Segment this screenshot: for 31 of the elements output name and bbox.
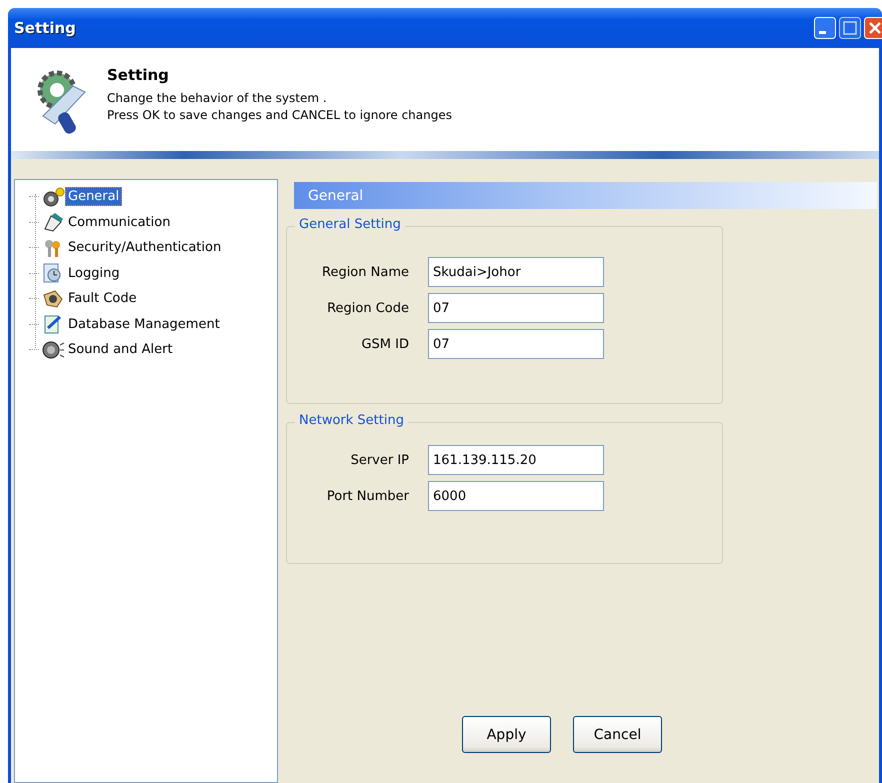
input-field[interactable]: 6000: [428, 481, 604, 511]
tree-item[interactable]: Database Management: [65, 314, 223, 334]
tree-item[interactable]: Logging: [65, 264, 123, 283]
header-title: Setting: [107, 66, 170, 84]
minimize-icon[interactable]: [814, 17, 836, 39]
tree-item[interactable]: Sound and Alert: [65, 340, 176, 360]
maximize-icon[interactable]: [839, 17, 861, 39]
header-description: Press OK to save changes and CANCEL to ignore changes: [107, 107, 452, 124]
input-field[interactable]: 07: [428, 293, 604, 323]
field-label: Region Code: [326, 300, 409, 316]
tree-item[interactable]: Security/Authentication: [65, 238, 224, 258]
field-label: Region Name: [321, 264, 409, 280]
input-field[interactable]: Skudai>Johor: [428, 257, 604, 287]
dialog-button[interactable]: Cancel: [573, 716, 662, 753]
group-title: General Setting: [295, 217, 405, 232]
header-description: Change the behavior of the system .: [107, 90, 328, 107]
close-icon[interactable]: [864, 17, 882, 39]
field-label: GSM ID: [360, 336, 409, 352]
window-title: Setting: [14, 19, 76, 37]
field-label: Server IP: [350, 452, 409, 468]
speaker-icon: [41, 340, 65, 360]
tree-item[interactable]: Fault Code: [65, 289, 140, 308]
group-title: Network Setting: [295, 413, 408, 428]
input-field[interactable]: 161.139.115.20: [428, 445, 604, 475]
gear-icon: [41, 186, 65, 207]
dialog-button[interactable]: Apply: [462, 716, 551, 753]
tree-item[interactable]: General: [65, 187, 122, 206]
panel-title: General: [294, 182, 877, 209]
tree-item[interactable]: Communication: [65, 212, 174, 232]
input-field[interactable]: 07: [428, 329, 604, 359]
field-label: Port Number: [326, 488, 409, 504]
